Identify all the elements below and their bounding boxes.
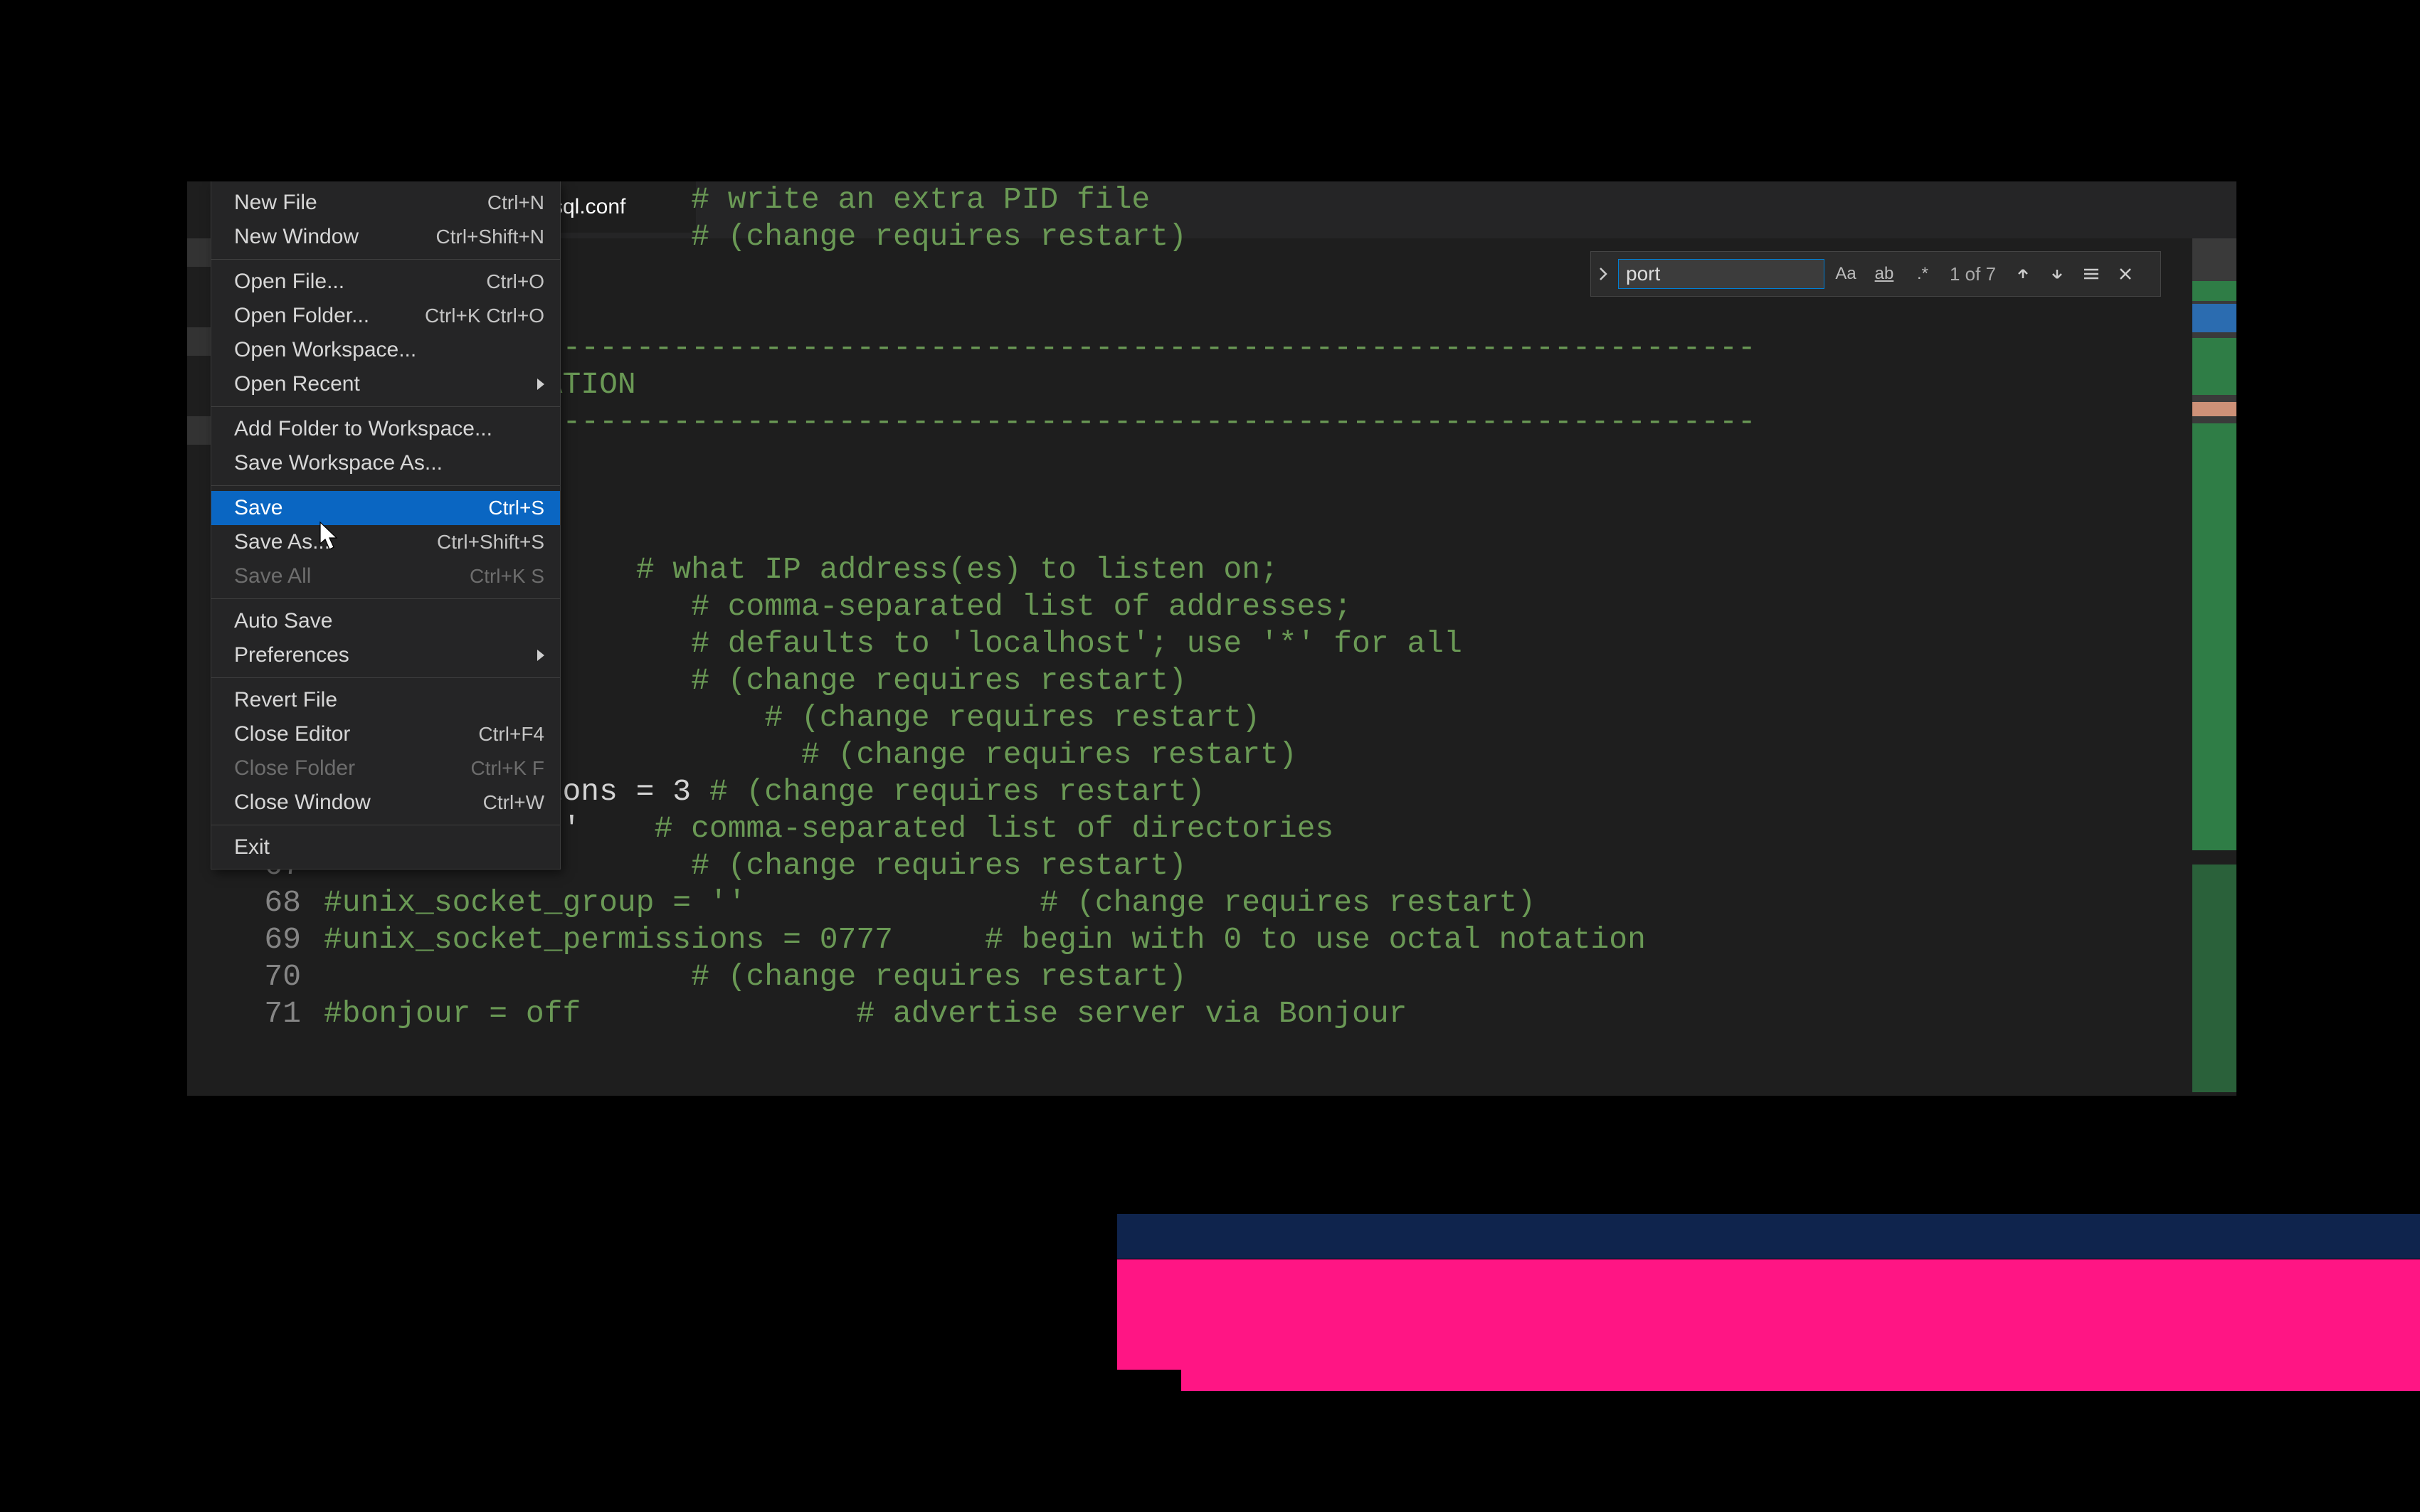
menu-separator <box>211 406 560 407</box>
menu-item-open-folder[interactable]: Open Folder...Ctrl+K Ctrl+O <box>211 299 560 333</box>
menu-item-save[interactable]: SaveCtrl+S <box>211 491 560 525</box>
code-line: 69#unix_socket_permissions = 0777 # begi… <box>237 921 2187 958</box>
code-line: 68#unix_socket_group = '' # (change requ… <box>237 884 2187 921</box>
minimap[interactable] <box>2192 238 2236 1096</box>
overlay-banner-strip <box>1181 1366 2420 1391</box>
menu-separator <box>211 677 560 678</box>
menu-item-label: Close Editor <box>234 722 478 746</box>
menu-separator <box>211 259 560 260</box>
code-text: #bonjour = off # advertise server via Bo… <box>324 995 1407 1032</box>
menu-item-add-folder-to-workspace[interactable]: Add Folder to Workspace... <box>211 412 560 446</box>
menu-item-shortcut: Ctrl+N <box>487 191 544 214</box>
menu-item-new-window[interactable]: New WindowCtrl+Shift+N <box>211 220 560 254</box>
find-prev-icon[interactable] <box>2009 260 2037 288</box>
menu-item-label: Open File... <box>234 270 486 294</box>
pointer-cursor-icon <box>317 521 342 552</box>
line-number: 71 <box>237 995 324 1032</box>
find-regex-button[interactable]: .* <box>1906 258 1940 290</box>
menu-item-shortcut: Ctrl+S <box>488 497 544 519</box>
menu-item-label: Auto Save <box>234 609 544 633</box>
menu-item-exit[interactable]: Exit <box>211 830 560 865</box>
chevron-right-icon <box>537 650 544 661</box>
menu-item-open-recent[interactable]: Open Recent <box>211 367 560 401</box>
menu-item-new-file[interactable]: New FileCtrl+N <box>211 186 560 220</box>
menu-item-label: Preferences <box>234 643 527 667</box>
menu-item-close-folder: Close FolderCtrl+K F <box>211 751 560 786</box>
code-line: 71#bonjour = off # advertise server via … <box>237 995 2187 1032</box>
menu-item-shortcut: Ctrl+Shift+S <box>437 531 544 554</box>
menu-item-label: Close Folder <box>234 756 471 781</box>
menu-item-label: Open Recent <box>234 372 527 396</box>
find-results: 1 of 7 <box>1950 263 1996 285</box>
menu-item-label: Open Workspace... <box>234 338 544 362</box>
menu-item-label: Open Folder... <box>234 304 425 328</box>
line-number: 69 <box>237 921 324 958</box>
code-text: #unix_socket_group = '' # (change requir… <box>324 884 1536 921</box>
overlay-banner-main <box>1117 1259 2420 1370</box>
menu-item-preferences[interactable]: Preferences <box>211 638 560 672</box>
menu-item-save-workspace-as[interactable]: Save Workspace As... <box>211 446 560 480</box>
menu-item-shortcut: Ctrl+O <box>486 270 544 293</box>
find-expand-icon[interactable] <box>1591 252 1615 296</box>
code-line: 70 # (change requires restart) <box>237 958 2187 995</box>
menu-item-close-editor[interactable]: Close EditorCtrl+F4 <box>211 717 560 751</box>
code-text: # (change requires restart) <box>324 958 1187 995</box>
menu-item-shortcut: Ctrl+Shift+N <box>436 226 545 248</box>
line-number: 70 <box>237 958 324 995</box>
menu-item-close-window[interactable]: Close WindowCtrl+W <box>211 786 560 820</box>
menu-separator <box>211 598 560 599</box>
line-number: 68 <box>237 884 324 921</box>
find-close-icon[interactable] <box>2111 260 2140 288</box>
menu-item-shortcut: Ctrl+K F <box>471 757 544 780</box>
chevron-right-icon <box>537 379 544 390</box>
menu-item-auto-save[interactable]: Auto Save <box>211 604 560 638</box>
overlay-banner-top <box>1117 1214 2420 1259</box>
menu-item-label: Close Window <box>234 791 483 815</box>
menu-item-label: New File <box>234 191 487 215</box>
menu-item-open-workspace[interactable]: Open Workspace... <box>211 333 560 367</box>
menu-item-shortcut: Ctrl+F4 <box>478 723 544 746</box>
menu-item-save-all: Save AllCtrl+K S <box>211 559 560 593</box>
find-match-case-button[interactable]: Aa <box>1829 258 1863 290</box>
menu-item-shortcut: Ctrl+K Ctrl+O <box>425 305 544 327</box>
file-menu: New FileCtrl+NNew WindowCtrl+Shift+NOpen… <box>211 181 560 869</box>
menu-item-open-file[interactable]: Open File...Ctrl+O <box>211 265 560 299</box>
menu-item-save-as[interactable]: Save As...Ctrl+Shift+S <box>211 525 560 559</box>
find-bar: port Aa ab .* 1 of 7 <box>1590 251 2161 297</box>
find-input[interactable]: port <box>1618 259 1824 289</box>
menu-item-label: New Window <box>234 225 436 249</box>
menu-item-label: Save <box>234 496 488 520</box>
menu-item-revert-file[interactable]: Revert File <box>211 683 560 717</box>
find-next-icon[interactable] <box>2043 260 2071 288</box>
menu-item-shortcut: Ctrl+W <box>483 791 544 814</box>
menu-item-label: Exit <box>234 835 544 860</box>
editor-window: sql.conf ile = '' # write an extra PID f… <box>187 181 2236 1096</box>
menu-separator <box>211 485 560 486</box>
menu-item-label: Add Folder to Workspace... <box>234 417 544 441</box>
menu-item-label: Revert File <box>234 688 544 712</box>
find-selection-icon[interactable] <box>2077 260 2105 288</box>
menu-item-label: Save All <box>234 564 470 588</box>
code-text: #unix_socket_permissions = 0777 # begin … <box>324 921 1646 958</box>
menu-item-shortcut: Ctrl+K S <box>470 565 544 588</box>
find-whole-word-button[interactable]: ab <box>1867 258 1901 290</box>
menu-item-label: Save Workspace As... <box>234 451 544 475</box>
